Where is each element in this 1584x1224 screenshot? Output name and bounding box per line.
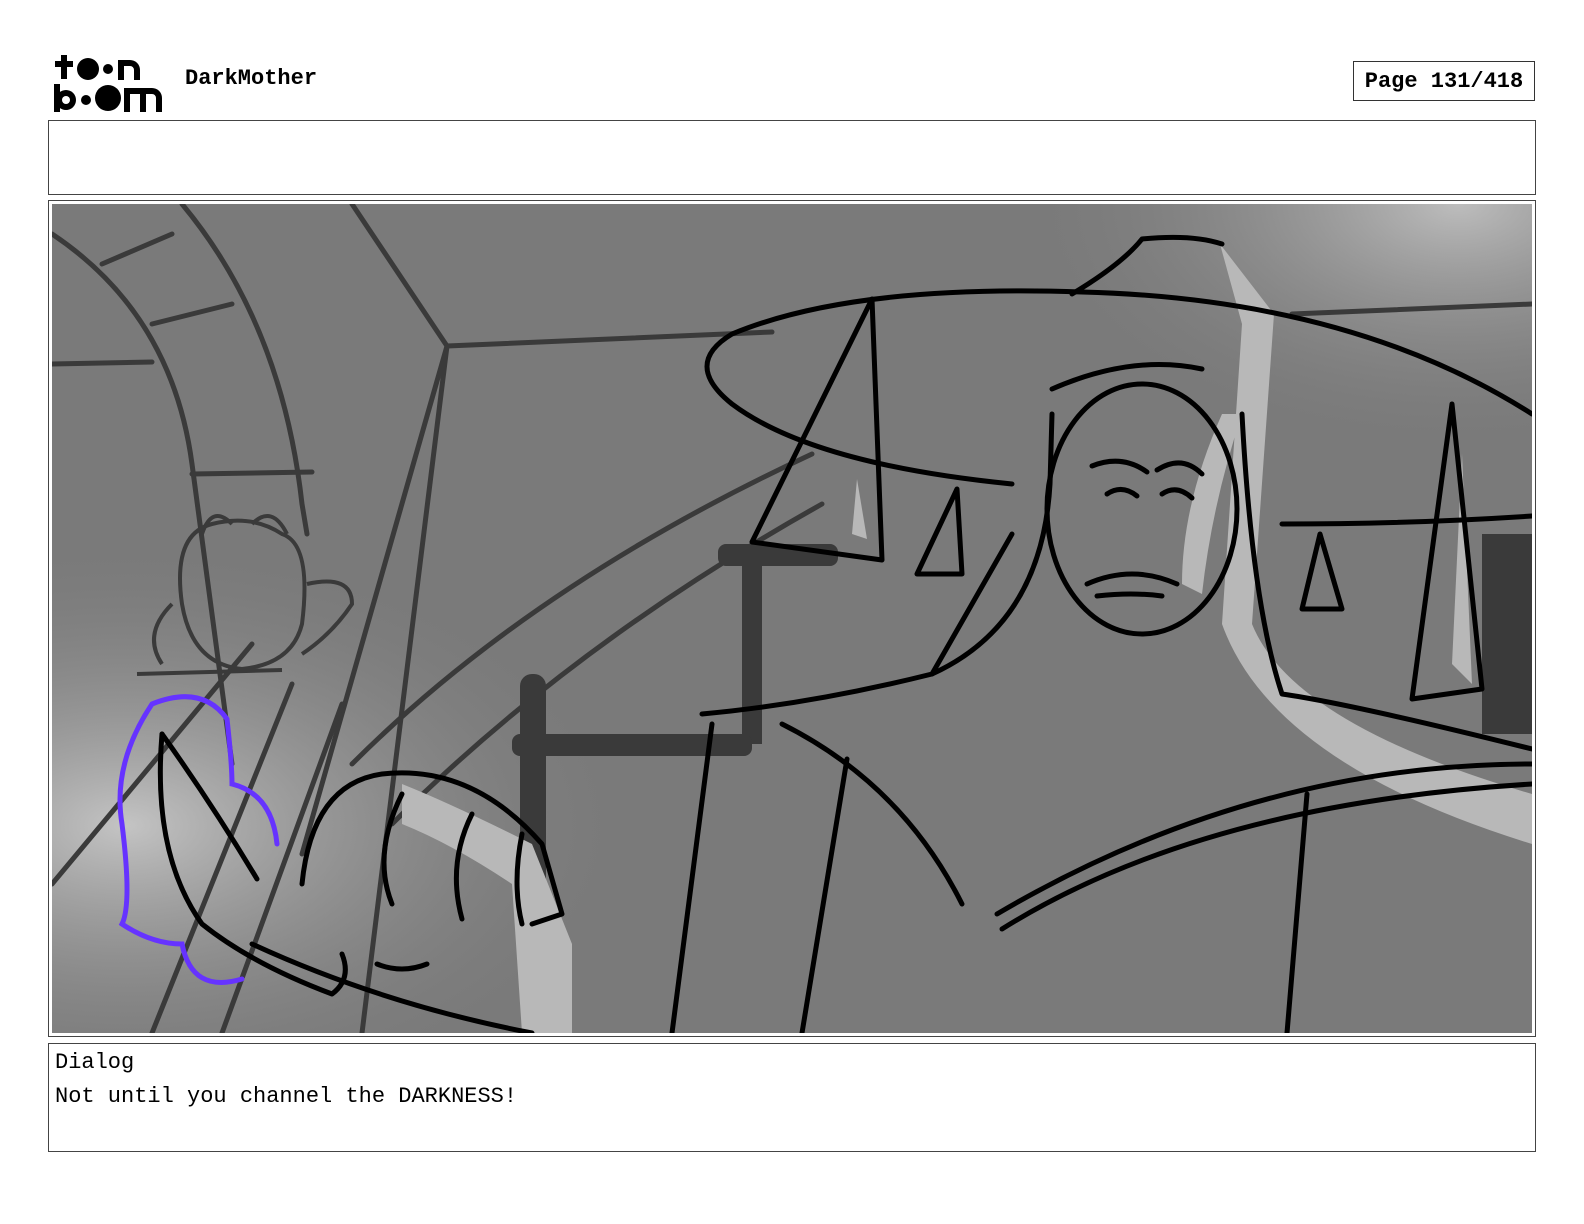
project-title: DarkMother (185, 66, 318, 91)
dialog-text: Not until you channel the DARKNESS! (55, 1084, 518, 1109)
storyboard-sketch-panel (52, 204, 1532, 1033)
notes-box (48, 120, 1536, 195)
dialog-box: Dialog Not until you channel the DARKNES… (48, 1043, 1536, 1152)
page-number-label: Page 131/418 (1353, 61, 1535, 101)
toon-boom-logo-icon (52, 52, 164, 112)
dialog-heading: Dialog (55, 1050, 135, 1075)
